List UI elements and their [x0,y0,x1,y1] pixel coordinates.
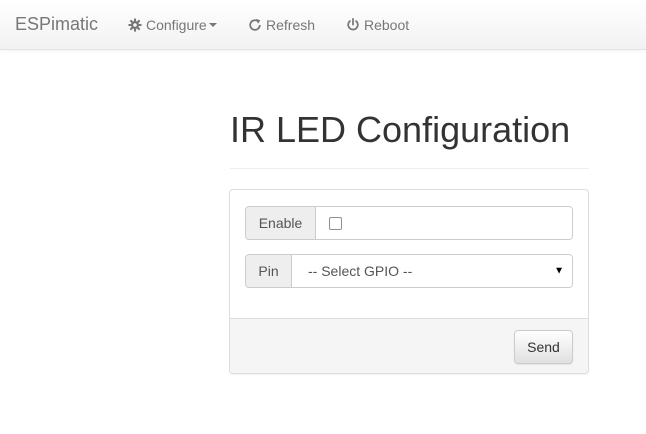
config-panel: Enable Pin -- Select GPIO -- ▼ Send [229,189,589,374]
pin-input-group: Pin -- Select GPIO -- ▼ [245,254,573,288]
brand-link[interactable]: ESPimatic [15,14,98,34]
pin-select[interactable]: -- Select GPIO -- ▼ [292,255,572,287]
nav-configure-label: Configure [146,17,207,33]
send-button[interactable]: Send [514,330,573,364]
enable-input-group: Enable [245,206,573,240]
power-icon [346,18,360,32]
nav-reboot-label: Reboot [364,17,410,33]
nav-configure-dropdown[interactable]: Configure [128,15,217,35]
enable-checkbox[interactable] [329,216,342,230]
nav-reboot[interactable]: Reboot [346,15,409,35]
select-arrow-icon: ▼ [554,265,564,277]
nav-refresh[interactable]: Refresh [248,15,315,35]
nav-refresh-label: Refresh [266,17,316,33]
navbar: ESPimatic Configure Refresh Reboot [0,0,646,50]
page-header: IR LED Configuration [230,110,589,169]
pin-select-value: -- Select GPIO -- [308,263,413,279]
enable-field [316,207,572,239]
refresh-icon [248,18,262,32]
caret-down-icon [208,23,217,27]
page-title: IR LED Configuration [230,109,571,150]
gear-icon [128,18,142,32]
panel-footer: Send [230,318,588,373]
enable-label: Enable [246,207,316,239]
pin-label: Pin [246,255,292,287]
